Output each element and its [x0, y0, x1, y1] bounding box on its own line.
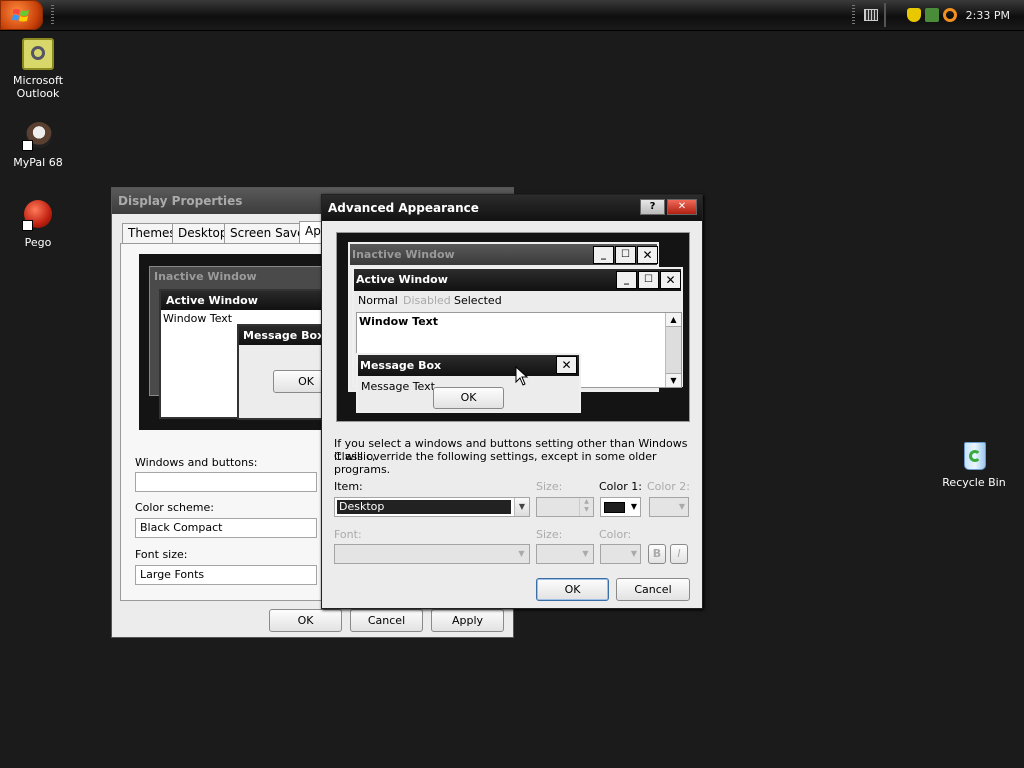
taskbar-grip[interactable] [51, 5, 54, 25]
help-button[interactable]: ? [640, 199, 665, 215]
color-scheme-label: Color scheme: [135, 501, 214, 514]
color2-label: Color 2: [647, 480, 690, 493]
menu-selected: Selected [454, 294, 502, 307]
maximize-icon: ☐ [638, 271, 659, 289]
minimize-icon: _ [593, 246, 614, 264]
italic-button: I [670, 544, 688, 564]
icon-label: Recycle Bin [942, 476, 1006, 489]
ok-button[interactable]: OK [536, 578, 609, 601]
windows-buttons-label: Windows and buttons: [135, 456, 258, 469]
windows-logo-icon [12, 9, 29, 22]
font-label: Font: [334, 528, 362, 541]
shortcut-arrow-icon: ↗ [22, 220, 33, 231]
shortcut-arrow-icon: ↗ [22, 140, 33, 151]
font-select: ▼ [334, 544, 530, 564]
network-icon[interactable] [925, 8, 939, 22]
icon-label: Microsoft [12, 74, 64, 87]
cancel-button[interactable]: Cancel [350, 609, 423, 632]
search-icon[interactable] [943, 8, 957, 22]
color1-label: Color 1: [599, 480, 642, 493]
message-text: Message Text [361, 380, 435, 393]
mypal-icon: ↗ [22, 120, 54, 152]
desktop-icon-mypal[interactable]: ↗ MyPal 68 [0, 120, 78, 169]
mouse-cursor-icon [515, 366, 529, 386]
outlook-icon [22, 38, 54, 70]
advanced-appearance-dialog: Advanced Appearance ? ✕ Inactive Window … [321, 194, 703, 609]
maximize-icon: ☐ [615, 246, 636, 264]
cancel-button[interactable]: Cancel [616, 578, 690, 601]
window-title: Display Properties [118, 194, 243, 208]
desktop-icon-outlook[interactable]: Microsoft Outlook [0, 38, 78, 100]
menu-disabled: Disabled [403, 294, 451, 307]
chevron-down-icon: ▼ [514, 498, 529, 516]
item-size-spinner: ▲ ▼ [536, 497, 594, 517]
desktop-icon-pego[interactable]: ↗ Pego [0, 200, 78, 249]
security-shield-icon[interactable] [907, 8, 921, 22]
close-icon: ✕ [556, 356, 577, 374]
windows-buttons-select[interactable] [135, 472, 317, 492]
item-size-label: Size: [536, 480, 563, 493]
icon-label: MyPal 68 [13, 156, 63, 169]
font-size-label: Size: [536, 528, 563, 541]
menu-normal: Normal [358, 294, 398, 307]
font-color-picker: ▼ [600, 544, 641, 564]
preview-message-box: Message Box ✕ Message Text OK [356, 353, 581, 413]
icon-label: Pego [24, 236, 52, 249]
font-size-label: Font size: [135, 548, 188, 561]
keyboard-icon[interactable] [864, 9, 878, 21]
start-button[interactable] [0, 0, 43, 30]
ok-button[interactable]: OK [269, 609, 342, 632]
tray-divider [884, 3, 886, 27]
preview-scrollbar: ▲ ▼ [665, 313, 681, 387]
desktop-icon-recycle-bin[interactable]: Recycle Bin [934, 440, 1014, 489]
apply-button[interactable]: Apply [431, 609, 504, 632]
recycle-bin-icon [958, 440, 990, 472]
close-icon: ✕ [660, 271, 681, 289]
clock[interactable]: 2:33 PM [966, 9, 1010, 22]
advanced-preview: Inactive Window _ ☐ ✕ Active Window _ ☐ … [336, 232, 690, 422]
tray-grip[interactable] [852, 5, 855, 25]
color1-picker[interactable]: ▼ [600, 497, 641, 517]
taskbar: 2:33 PM [0, 0, 1024, 31]
color-scheme-select[interactable]: Black Compact [135, 518, 317, 538]
item-label: Item: [334, 480, 363, 493]
minimize-icon: _ [616, 271, 637, 289]
color-swatch [604, 502, 625, 513]
preview-ok-button: OK [433, 387, 504, 409]
close-button[interactable]: ✕ [667, 199, 697, 215]
close-icon: ✕ [637, 246, 658, 264]
font-color-label: Color: [599, 528, 632, 541]
font-size-select[interactable]: Large Fonts [135, 565, 317, 585]
dialog-title: Advanced Appearance [328, 201, 479, 215]
item-select[interactable]: Desktop ▼ [334, 497, 530, 517]
icon-label: Outlook [16, 87, 60, 100]
pego-icon: ↗ [22, 200, 54, 232]
color2-picker: ▼ [649, 497, 689, 517]
bold-button: B [648, 544, 666, 564]
appearance-preview: Inactive Window Active Window Window Tex… [139, 254, 339, 430]
font-size-select: ▼ [536, 544, 594, 564]
info-text-line2: it will override the following settings,… [334, 450, 657, 476]
